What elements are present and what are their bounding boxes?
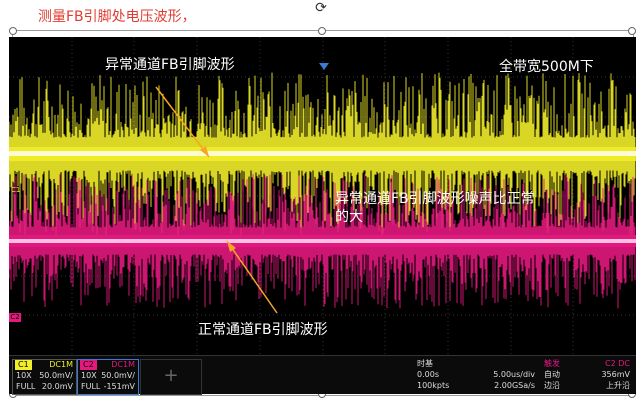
c1-offset: 20.0mV	[41, 382, 73, 391]
timebase-scale: 5.00us/div	[493, 370, 535, 379]
scope-screen: 异常通道FB引脚波形 全带宽500M下 异常通道FB引脚波形噪声比正常 的大 正…	[9, 37, 636, 355]
c1-scale: 50.0mV/	[39, 371, 73, 380]
trigger-mode: 自动	[544, 370, 560, 379]
c1-coupling: DC1M	[49, 360, 73, 369]
trigger-box[interactable]: 触发 C2 DC 自动 356mV 边沿 上升沿	[541, 359, 633, 393]
trigger-level: 356mV	[601, 370, 630, 379]
trigger-source: C2 DC	[605, 359, 630, 368]
selection-handle-tl[interactable]	[9, 27, 17, 35]
rotate-handle-icon[interactable]: ⟳	[313, 0, 329, 16]
noise-comment-line2: 的大	[335, 209, 363, 225]
add-icon: +	[163, 365, 179, 386]
noise-comment-line1: 异常通道FB引脚波形噪声比正常	[335, 191, 535, 207]
caption: 测量FB引脚处电压波形，	[38, 9, 196, 25]
bandwidth-label: 全带宽500M下	[499, 59, 594, 75]
timebase-points: 100kpts	[417, 381, 450, 390]
timebase-label: 时基	[417, 359, 433, 368]
c1-info-box[interactable]: C1 DC1M 10X 50.0mV/ FULL 20.0mV	[12, 359, 77, 395]
trigger-slope: 上升沿	[606, 381, 630, 390]
trigger-type: 边沿	[544, 381, 560, 390]
status-bar: C1 DC1M 10X 50.0mV/ FULL 20.0mV C2 DC1M …	[9, 355, 636, 395]
add-channel-button[interactable]: +	[140, 359, 202, 395]
c2-trace-core	[9, 239, 636, 243]
c2-offset-marker[interactable]: C2	[9, 313, 21, 322]
scope-graticule	[9, 37, 636, 355]
c2-badge: C2	[80, 360, 97, 370]
c2-info-box[interactable]: C2 DC1M 10X 50.0mV/ FULL -151mV	[77, 359, 139, 395]
c2-bandwidth: FULL	[81, 382, 101, 391]
abnormal-label: 异常通道FB引脚波形	[105, 57, 235, 73]
c2-probe: 10X	[81, 371, 97, 380]
c1-probe: 10X	[16, 371, 32, 380]
timebase-delay: 0.00s	[417, 370, 439, 379]
timebase-rate: 2.00GSa/s	[494, 381, 535, 390]
c2-offset: -151mV	[103, 382, 135, 391]
c2-coupling: DC1M	[111, 360, 135, 369]
selection-handle-tr[interactable]	[628, 27, 636, 35]
timebase-box[interactable]: 时基 0.00s 5.00us/div 100kpts 2.00GSa/s	[414, 359, 538, 393]
trigger-position-marker-icon	[319, 63, 329, 70]
c1-trace-core	[9, 151, 636, 156]
c1-offset-marker[interactable]: C1	[11, 186, 20, 194]
selection-handle-tm[interactable]	[318, 27, 326, 35]
c1-bandwidth: FULL	[16, 382, 36, 391]
trigger-label: 触发	[544, 359, 560, 368]
c1-badge: C1	[15, 360, 32, 370]
normal-label: 正常通道FB引脚波形	[198, 322, 328, 338]
c2-scale: 50.0mV/	[101, 371, 135, 380]
